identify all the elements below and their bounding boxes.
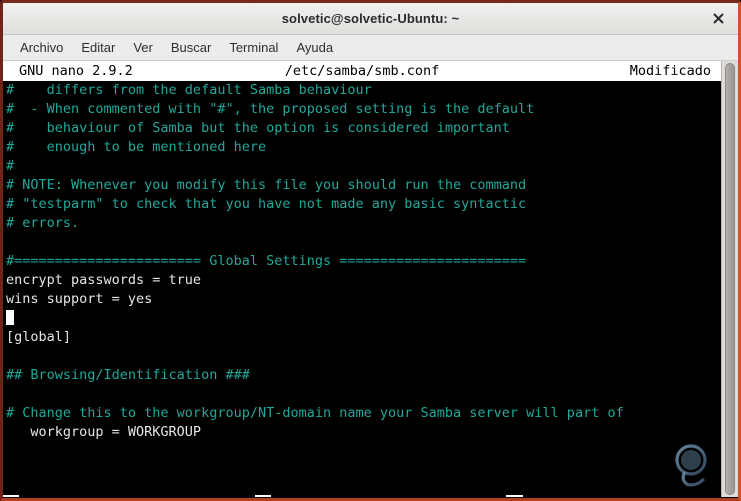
editor-line-text: encrypt passwords = true bbox=[6, 272, 202, 288]
editor-line: #======================= Global Settings… bbox=[6, 252, 721, 271]
nano-editor-body[interactable]: # differs from the default Samba behavio… bbox=[3, 81, 721, 457]
menu-item-archivo[interactable]: Archivo bbox=[11, 38, 72, 57]
shortcut-row-1-item-2[interactable]: ^OGuardar bbox=[254, 495, 332, 497]
editor-line-text: # "testparm" to check that you have not … bbox=[6, 196, 527, 212]
editor-line-text: # bbox=[6, 158, 15, 174]
close-icon bbox=[712, 13, 724, 24]
menu-item-terminal[interactable]: Terminal bbox=[220, 38, 287, 57]
shortcut-label: Guardar bbox=[271, 496, 332, 497]
shortcut-row-1-item-1[interactable]: ^GVer ayuda bbox=[3, 495, 96, 497]
editor-line: wins support = yes bbox=[6, 290, 721, 309]
menu-item-ver[interactable]: Ver bbox=[124, 38, 162, 57]
nano-header-bar: GNU nano 2.9.2 /etc/samba/smb.conf Modif… bbox=[3, 61, 721, 81]
editor-line-text: # enough to be mentioned here bbox=[6, 139, 267, 155]
window-titlebar[interactable]: solvetic@solvetic-Ubuntu: ~ bbox=[3, 3, 738, 35]
editor-line: # behaviour of Samba but the option is c… bbox=[6, 119, 721, 138]
editor-line-text: wins support = yes bbox=[6, 291, 153, 307]
shortcut-key: ^O bbox=[254, 495, 271, 497]
menu-item-buscar[interactable]: Buscar bbox=[162, 38, 220, 57]
editor-line: # - When commented with "#", the propose… bbox=[6, 100, 721, 119]
editor-line: # differs from the default Samba behavio… bbox=[6, 81, 721, 100]
editor-line-text: # NOTE: Whenever you modify this file yo… bbox=[6, 177, 527, 193]
terminal-content[interactable]: GNU nano 2.9.2 /etc/samba/smb.conf Modif… bbox=[3, 61, 738, 497]
editor-line: # Change this to the workgroup/NT-domain… bbox=[6, 404, 721, 423]
nano-shortcut-bar: ^GVer ayuda^OGuardar^WBuscar^KCortar Tex… bbox=[3, 457, 721, 497]
editor-line: # NOTE: Whenever you modify this file yo… bbox=[6, 176, 721, 195]
editor-line-text: workgroup = WORKGROUP bbox=[6, 424, 202, 440]
shortcut-row-1-item-3[interactable]: ^WBuscar bbox=[506, 495, 575, 497]
editor-line: # enough to be mentioned here bbox=[6, 138, 721, 157]
editor-line-text: # differs from the default Samba behavio… bbox=[6, 82, 372, 98]
nano-filename-label: /etc/samba/smb.conf bbox=[284, 63, 440, 79]
editor-line: encrypt passwords = true bbox=[6, 271, 721, 290]
editor-line-text: ## Browsing/Identification ### bbox=[6, 367, 250, 383]
editor-line-text: # Change this to the workgroup/NT-domain… bbox=[6, 405, 624, 421]
shortcut-label: Ver ayuda bbox=[19, 496, 96, 497]
menu-bar: Archivo Editar Ver Buscar Terminal Ayuda bbox=[3, 35, 738, 61]
shortcut-key: ^W bbox=[506, 495, 523, 497]
editor-line-text: # errors. bbox=[6, 215, 80, 231]
editor-line: workgroup = WORKGROUP bbox=[6, 423, 721, 442]
shortcut-label: Buscar bbox=[523, 496, 576, 497]
editor-line-text: # - When commented with "#", the propose… bbox=[6, 101, 535, 117]
close-button[interactable] bbox=[704, 3, 732, 34]
shortcut-key: ^G bbox=[3, 495, 20, 497]
vertical-scrollbar[interactable] bbox=[721, 61, 738, 497]
nano-version-label: GNU nano 2.9.2 bbox=[19, 63, 133, 79]
editor-line-text: #======================= Global Settings… bbox=[6, 253, 527, 269]
editor-line-text: # behaviour of Samba but the option is c… bbox=[6, 120, 510, 136]
nano-modified-status: Modificado bbox=[629, 63, 711, 79]
editor-line: [global] bbox=[6, 328, 721, 347]
text-cursor bbox=[6, 310, 14, 325]
editor-line: # "testparm" to check that you have not … bbox=[6, 195, 721, 214]
menu-item-ayuda[interactable]: Ayuda bbox=[287, 38, 342, 57]
editor-line-text: [global] bbox=[6, 329, 72, 345]
terminal-window: solvetic@solvetic-Ubuntu: ~ Archivo Edit… bbox=[0, 0, 741, 501]
editor-line bbox=[6, 309, 721, 328]
window-title: solvetic@solvetic-Ubuntu: ~ bbox=[281, 11, 460, 26]
editor-line: # bbox=[6, 157, 721, 176]
scrollbar-thumb[interactable] bbox=[725, 63, 735, 495]
menu-item-editar[interactable]: Editar bbox=[72, 38, 124, 57]
editor-line: # errors. bbox=[6, 214, 721, 233]
editor-line: ## Browsing/Identification ### bbox=[6, 366, 721, 385]
shortcut-row-1: ^GVer ayuda^OGuardar^WBuscar^KCortar Tex… bbox=[3, 495, 721, 497]
